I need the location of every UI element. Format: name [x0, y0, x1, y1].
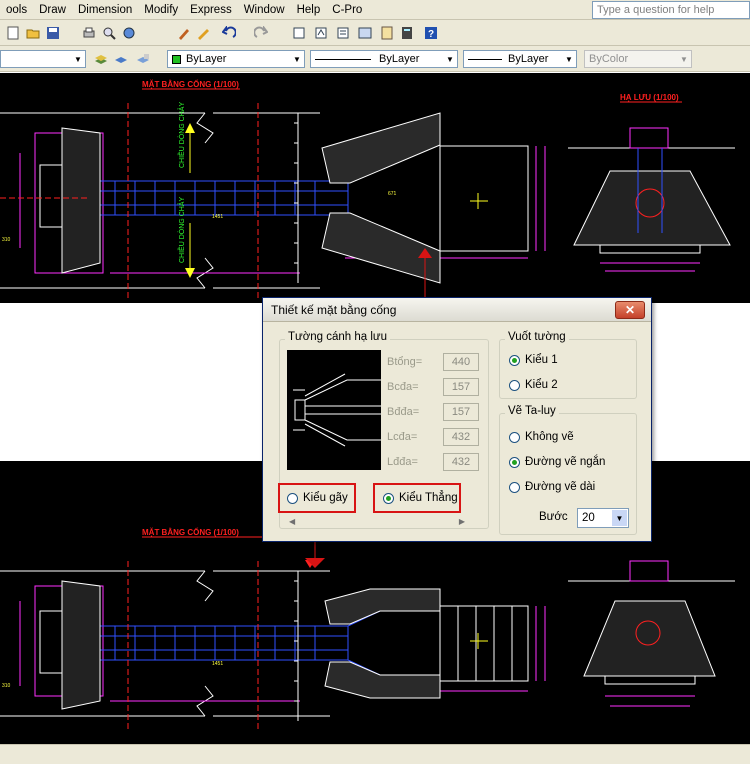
radio-icon	[509, 431, 520, 443]
close-button[interactable]: ✕	[615, 301, 645, 319]
status-bar	[0, 744, 750, 764]
field-label: Btổng=	[387, 356, 423, 368]
radio-label: Đường vẽ dài	[525, 481, 596, 493]
taluy-group-label: Vẽ Ta-luy	[505, 405, 559, 417]
field-ldda[interactable]: 432	[443, 453, 479, 471]
field-label: Bđđa=	[387, 406, 420, 418]
radio-label: Kiểu Thẳng	[399, 492, 458, 504]
vuot-kieu1-radio[interactable]: Kiểu 1	[509, 354, 558, 366]
field-label: Lđđa=	[387, 456, 418, 468]
radio-icon	[509, 354, 520, 366]
radio-label: Kiểu 1	[525, 354, 558, 366]
wall-type-thang-radio[interactable]: Kiểu Thẳng	[383, 492, 458, 504]
chevron-right-icon[interactable]: ▶	[459, 517, 465, 526]
radio-label: Đường vẽ ngắn	[525, 456, 606, 468]
radio-label: Không vẽ	[525, 431, 574, 443]
wall-group-label: Tường cánh hạ lưu	[285, 331, 391, 343]
vuot-group-label: Vuốt tường	[505, 331, 569, 343]
radio-icon	[287, 492, 298, 504]
radio-icon	[509, 481, 520, 493]
field-btong[interactable]: 440	[443, 353, 479, 371]
taluy-dai-radio[interactable]: Đường vẽ dài	[509, 481, 595, 493]
buoc-label: Bước	[539, 511, 568, 523]
field-label: Lcđa=	[387, 431, 418, 443]
radio-icon	[509, 456, 520, 468]
taluy-khong-radio[interactable]: Không vẽ	[509, 431, 574, 443]
vuot-kieu2-radio[interactable]: Kiểu 2	[509, 379, 558, 391]
wall-type-gay-radio[interactable]: Kiểu gãy	[287, 492, 348, 504]
buoc-select[interactable]: 20 ▼	[577, 508, 629, 528]
dialog-title: Thiết kế mặt bằng cống	[263, 298, 651, 322]
radio-label: Kiểu gãy	[303, 492, 348, 504]
field-label: Bcđa=	[387, 381, 419, 393]
field-bcda[interactable]: 157	[443, 378, 479, 396]
taluy-ngan-radio[interactable]: Đường vẽ ngắn	[509, 456, 605, 468]
wall-preview	[287, 350, 381, 470]
horizontal-scrollbar[interactable]: ◀ ▶	[289, 517, 465, 527]
design-dialog: Thiết kế mặt bằng cống ✕ Tường cánh hạ l…	[262, 297, 652, 542]
field-lcda[interactable]: 432	[443, 428, 479, 446]
chevron-left-icon[interactable]: ◀	[289, 517, 295, 526]
radio-icon	[383, 492, 394, 504]
buoc-value: 20	[582, 512, 595, 524]
radio-label: Kiểu 2	[525, 379, 558, 391]
radio-icon	[509, 379, 520, 391]
field-bdda[interactable]: 157	[443, 403, 479, 421]
close-icon: ✕	[624, 303, 636, 317]
chevron-down-icon: ▼	[612, 510, 627, 526]
